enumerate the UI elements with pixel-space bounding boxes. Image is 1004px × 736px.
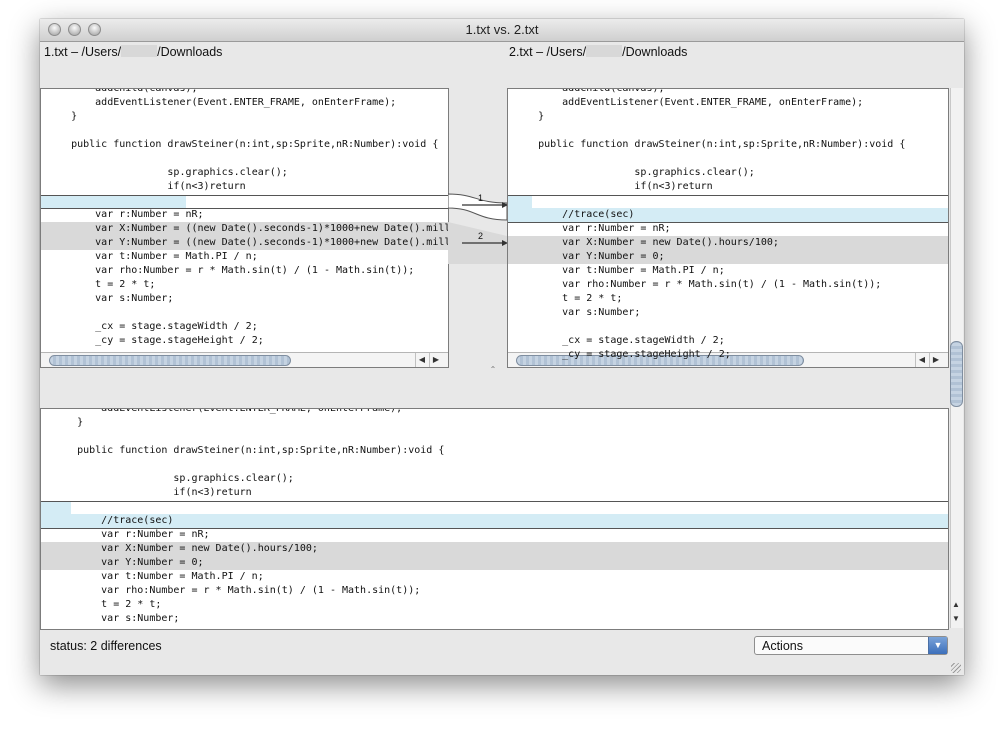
code-line: var Y:Number = ((new Date().seconds-1)*1… (41, 236, 448, 250)
right-file-path: 2.txt – /Users/ /Downloads (509, 45, 687, 59)
code-line: var t:Number = Math.PI / n; (514, 265, 725, 276)
vertical-scroll-thumb[interactable] (950, 341, 963, 407)
code-line: sp.graphics.clear(); (53, 473, 294, 484)
code-line: var rho:Number = r * Math.sin(t) / (1 - … (53, 585, 421, 596)
code-line: } (47, 111, 78, 122)
left-horizontal-scrollbar[interactable]: ◀ ▶ (41, 352, 448, 367)
code-line: var s:Number; (47, 293, 174, 304)
code-line: if(n<3)return (53, 487, 252, 498)
left-file-path-suffix: /Downloads (157, 45, 223, 59)
code-line: _cy = stage.stageHeight / 2; (47, 335, 264, 346)
code-line: if(n<3)return (47, 181, 246, 192)
code-line: addEventListener(Event.ENTER_FRAME, onEn… (47, 97, 397, 108)
code-line: addEventListener(Event.ENTER_FRAME, onEn… (514, 97, 864, 108)
code-line: } (53, 417, 84, 428)
left-scroll-thumb[interactable] (49, 355, 291, 366)
code-line: var r:Number = nR; (47, 209, 204, 220)
code-line: var r:Number = nR; (514, 223, 671, 234)
code-line: var Y:Number = 0; (508, 250, 948, 264)
redacted-username (586, 45, 623, 57)
code-line: var s:Number; (514, 307, 641, 318)
diff-separator (41, 528, 948, 529)
code-line: var rho:Number = r * Math.sin(t) / (1 - … (514, 279, 882, 290)
left-file-path-prefix: 1.txt – /Users/ (44, 45, 122, 59)
chevron-down-icon[interactable]: ▼ (928, 637, 947, 654)
code-line: public function drawSteiner(n:int,sp:Spr… (47, 139, 439, 150)
diff-separator (41, 208, 448, 209)
right-file-path-prefix: 2.txt – /Users/ (509, 45, 587, 59)
actions-dropdown[interactable]: Actions ▼ (754, 636, 948, 655)
code-line: _cy = stage.stageHeight / 2; (514, 349, 731, 360)
status-text: status: 2 differences (50, 639, 162, 653)
diff-label-2: 2 (478, 231, 483, 241)
code-line: var Y:Number = 0; (41, 556, 948, 570)
left-scroll-right-arrow-icon[interactable]: ▶ (429, 353, 442, 367)
left-scroll-left-arrow-icon[interactable]: ◀ (415, 353, 428, 367)
code-line: sp.graphics.clear(); (47, 167, 288, 178)
code-line: var rho:Number = r * Math.sin(t) / (1 - … (47, 265, 415, 276)
code-line: if(n<3)return (514, 181, 713, 192)
code-line: } (514, 111, 545, 122)
left-file-path: 1.txt – /Users/ /Downloads (44, 45, 222, 59)
code-line: public function drawSteiner(n:int,sp:Spr… (514, 139, 906, 150)
diff-separator (41, 195, 448, 196)
code-line: var t:Number = Math.PI / n; (53, 571, 264, 582)
diff-separator (41, 501, 948, 502)
code-line: addChild(canvas); (514, 88, 665, 94)
code-line: t = 2 * t; (514, 293, 623, 304)
code-line: addEventListener(Event.ENTER_FRAME, onEn… (53, 408, 403, 414)
scroll-up-arrow-icon[interactable]: ▲ (950, 599, 962, 611)
right-file-pane[interactable]: ◀ ▶ addChild(canvas); addEventListener(E… (507, 88, 949, 368)
code-line: addChild(canvas); (47, 88, 198, 94)
window-title: 1.txt vs. 2.txt (465, 22, 539, 37)
right-file-path-suffix: /Downloads (622, 45, 688, 59)
scroll-down-arrow-icon[interactable]: ▼ (950, 613, 962, 625)
code-line: t = 2 * t; (53, 599, 162, 610)
code-line: var X:Number = new Date().hours/100; (508, 236, 948, 250)
title-bar: 1.txt vs. 2.txt (40, 19, 964, 42)
code-line: var s:Number; (53, 613, 180, 624)
merged-result-pane[interactable]: addEventListener(Event.ENTER_FRAME, onEn… (40, 408, 949, 630)
code-line: _cx = stage.stageWidth / 2; (47, 321, 258, 332)
code-line: var X:Number = new Date().hours/100; (41, 542, 948, 556)
diff-separator (508, 222, 948, 223)
code-line: //trace(sec) (508, 208, 948, 222)
redacted-username (121, 45, 158, 57)
diff-connector-gutter: 1 2 (448, 193, 507, 264)
code-line: //trace(sec) (41, 514, 948, 528)
actions-dropdown-label: Actions (762, 639, 803, 653)
code-line: var r:Number = nR; (53, 529, 210, 540)
diff-separator (508, 195, 948, 196)
code-line: t = 2 * t; (47, 279, 156, 290)
splitter-handle-icon[interactable]: ⌃ (488, 365, 498, 374)
code-line: _cx = stage.stageWidth / 2; (514, 335, 725, 346)
left-file-pane[interactable]: ◀ ▶ addChild(canvas); addEventListener(E… (40, 88, 449, 368)
resize-grip-icon[interactable] (951, 663, 961, 673)
diff-label-1: 1 (478, 193, 483, 203)
filemerge-window: 1.txt vs. 2.txt 1.txt – /Users/ /Download… (40, 19, 964, 675)
code-line: var t:Number = Math.PI / n; (47, 251, 258, 262)
code-line: sp.graphics.clear(); (514, 167, 755, 178)
code-line: var X:Number = ((new Date().seconds-1)*1… (41, 222, 448, 236)
code-line: public function drawSteiner(n:int,sp:Spr… (53, 445, 445, 456)
